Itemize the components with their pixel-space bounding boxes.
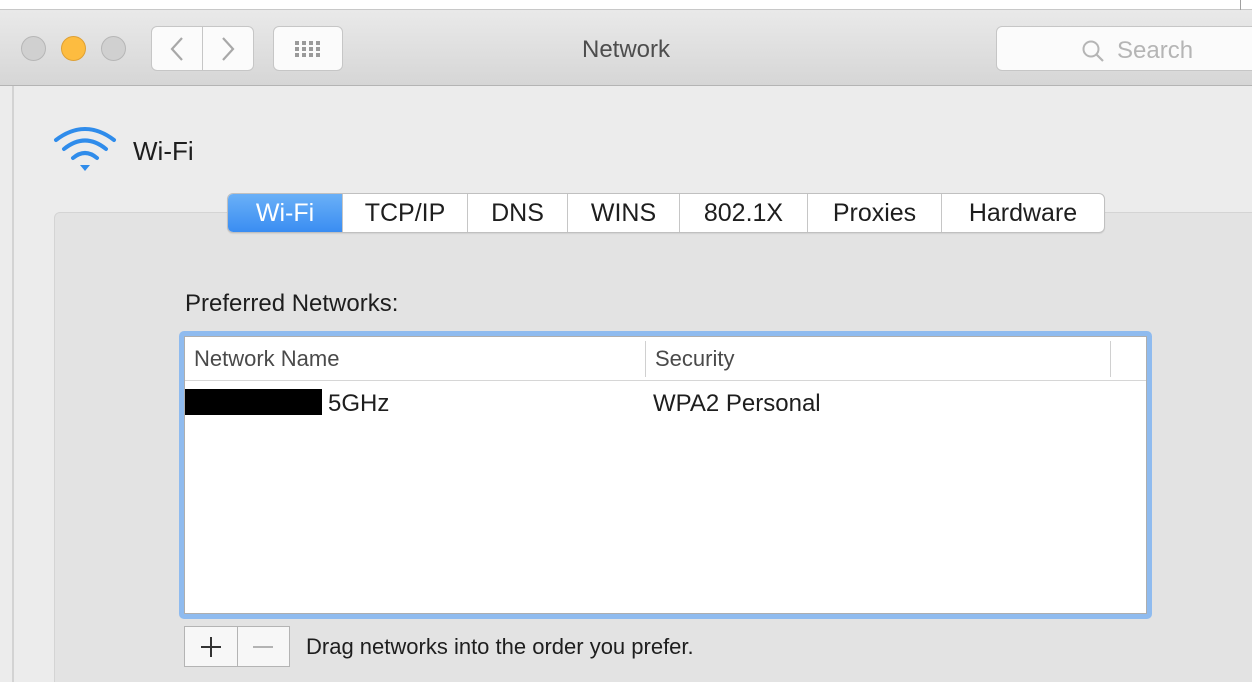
tab-8021x[interactable]: 802.1X — [679, 194, 807, 232]
column-header-security[interactable]: Security — [655, 346, 734, 372]
table-header: Network Name Security — [185, 337, 1146, 381]
window-left-border — [12, 86, 14, 682]
security-cell: WPA2 Personal — [653, 390, 821, 417]
minus-icon — [253, 645, 274, 648]
tab-tcpip[interactable]: TCP/IP — [342, 194, 467, 232]
reorder-hint: Drag networks into the order you prefer. — [306, 634, 694, 659]
add-network-button[interactable] — [185, 627, 237, 666]
network-preferences-window: Network Search Wi-Fi Wi-Fi TCP/IP DNS WI… — [0, 0, 1252, 682]
column-header-network-name[interactable]: Network Name — [194, 346, 339, 372]
wifi-icon — [54, 127, 116, 171]
column-divider — [1110, 341, 1111, 377]
search-field[interactable]: Search — [996, 26, 1252, 71]
search-icon — [1082, 40, 1104, 62]
interface-name: Wi-Fi — [133, 136, 194, 166]
redacted-network-name — [185, 389, 322, 415]
tab-hardware[interactable]: Hardware — [941, 194, 1104, 232]
plus-icon — [200, 636, 221, 657]
tab-dns[interactable]: DNS — [467, 194, 567, 232]
search-placeholder: Search — [1117, 37, 1194, 64]
tab-proxies[interactable]: Proxies — [807, 194, 941, 232]
tab-wins[interactable]: WINS — [567, 194, 679, 232]
tab-bar: Wi-Fi TCP/IP DNS WINS 802.1X Proxies Har… — [227, 193, 1105, 233]
remove-network-button[interactable] — [236, 627, 290, 666]
add-remove-buttons — [184, 626, 290, 667]
column-divider — [645, 341, 646, 377]
network-name-cell: 5GHz — [328, 390, 390, 417]
title-bar: Network Search — [0, 0, 1252, 86]
tab-wifi[interactable]: Wi-Fi — [228, 194, 342, 232]
preferred-networks-table[interactable]: Network Name Security 5GHz WPA2 Personal — [184, 336, 1147, 614]
preferred-networks-label: Preferred Networks: — [185, 290, 399, 317]
title-bar-notch — [1240, 0, 1241, 10]
preferred-networks-focus-ring: Network Name Security 5GHz WPA2 Personal — [179, 331, 1152, 619]
title-bar-edge — [0, 0, 1252, 10]
